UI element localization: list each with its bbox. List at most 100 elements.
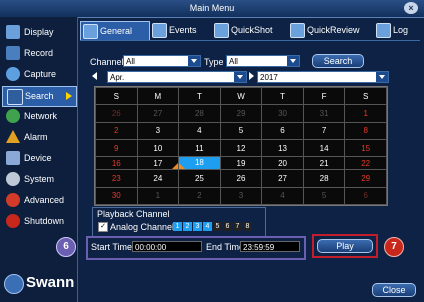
- sidebar-item-network[interactable]: Network: [2, 107, 75, 126]
- calendar-day[interactable]: 24: [136, 169, 180, 188]
- sidebar-item-label: Shutdown: [24, 216, 65, 226]
- calendar-day[interactable]: 25: [178, 169, 221, 188]
- calendar-day[interactable]: 31: [302, 104, 346, 123]
- advanced-icon: [6, 193, 20, 207]
- tab-log[interactable]: Log: [374, 21, 418, 39]
- tab-general[interactable]: General: [80, 21, 150, 41]
- calendar-day[interactable]: 30: [95, 186, 138, 206]
- month-select[interactable]: Apr.: [107, 71, 247, 83]
- active-arrow-icon: [66, 92, 72, 100]
- search-button[interactable]: Search: [312, 54, 364, 68]
- channel-toggle[interactable]: 6: [223, 222, 232, 231]
- tab-events[interactable]: Events: [150, 21, 208, 39]
- start-time-input[interactable]: 00:00:00: [132, 241, 202, 252]
- sidebar-item-label: Search: [25, 91, 54, 101]
- prev-month-icon[interactable]: [92, 72, 97, 80]
- sidebar: Display Record Capture Search Network Al…: [0, 17, 78, 302]
- analog-channels-checkbox[interactable]: ✓: [98, 222, 108, 232]
- calendar-day[interactable]: 3: [136, 121, 180, 140]
- calendar-week: 9 10 11 12 13 14 15: [95, 138, 387, 158]
- calendar-day[interactable]: 6: [344, 186, 387, 206]
- calendar-day[interactable]: 7: [302, 121, 346, 140]
- close-icon[interactable]: ×: [404, 2, 418, 14]
- calendar-day[interactable]: 8: [344, 121, 387, 140]
- calendar-day[interactable]: 14: [302, 138, 346, 158]
- calendar-day[interactable]: 13: [261, 138, 304, 158]
- sidebar-item-system[interactable]: System: [2, 170, 75, 189]
- device-icon: [6, 151, 20, 165]
- type-label: Type: [204, 57, 224, 67]
- calendar-day[interactable]: 15: [344, 138, 387, 158]
- alarm-icon: [6, 130, 20, 143]
- calendar-day[interactable]: 20: [261, 156, 304, 171]
- calendar-day[interactable]: 29: [344, 169, 387, 188]
- calendar-day[interactable]: 3: [219, 186, 263, 206]
- calendar-day[interactable]: 10: [136, 138, 180, 158]
- tab-quickreview[interactable]: QuickReview: [288, 21, 372, 39]
- calendar-day[interactable]: 26: [95, 104, 138, 123]
- sidebar-item-capture[interactable]: Capture: [2, 65, 75, 84]
- calendar-day[interactable]: 26: [219, 169, 263, 188]
- sidebar-item-record[interactable]: Record: [2, 44, 75, 63]
- calendar-day[interactable]: 29: [219, 104, 263, 123]
- type-select-value: All: [229, 57, 238, 66]
- channel-toggle[interactable]: 7: [233, 222, 242, 231]
- next-month-icon[interactable]: [249, 72, 254, 80]
- channel-toggle[interactable]: 1: [173, 222, 182, 231]
- calendar-day[interactable]: 22: [344, 156, 387, 171]
- calendar-day[interactable]: 12: [219, 138, 263, 158]
- calendar-day[interactable]: 27: [136, 104, 180, 123]
- channel-toggle[interactable]: 4: [203, 222, 212, 231]
- calendar-day[interactable]: 2: [178, 186, 221, 206]
- weekday-header: S: [95, 86, 138, 106]
- calendar-day[interactable]: 11: [178, 138, 221, 158]
- channel-toggle[interactable]: 5: [213, 222, 222, 231]
- channel-select[interactable]: All: [123, 55, 201, 67]
- calendar-week: 16 17 18 19 20 21 22: [95, 156, 387, 171]
- year-spinner[interactable]: 2017: [257, 71, 389, 83]
- calendar-day[interactable]: 1: [344, 104, 387, 123]
- spinner-icon: [376, 72, 388, 82]
- calendar-day[interactable]: 9: [95, 138, 138, 158]
- channel-toggle[interactable]: 8: [243, 222, 252, 231]
- sidebar-item-search[interactable]: Search: [2, 86, 77, 107]
- calendar-day[interactable]: 4: [261, 186, 304, 206]
- calendar-day[interactable]: 4: [178, 121, 221, 140]
- calendar-day[interactable]: 6: [261, 121, 304, 140]
- calendar-day[interactable]: 30: [261, 104, 304, 123]
- calendar-day[interactable]: 28: [302, 169, 346, 188]
- sidebar-item-alarm[interactable]: Alarm: [2, 128, 75, 147]
- sidebar-item-advanced[interactable]: Advanced: [2, 191, 75, 210]
- play-button[interactable]: Play: [317, 239, 373, 253]
- calendar-day[interactable]: 21: [302, 156, 346, 171]
- tab-bar: General Events QuickShot QuickReview Log: [80, 21, 420, 41]
- brand-logo-icon: [4, 274, 24, 294]
- calendar-day[interactable]: 19: [219, 156, 263, 171]
- end-time-input[interactable]: 23:59:59: [240, 241, 300, 252]
- calendar-day[interactable]: 23: [95, 169, 138, 188]
- calendar-day[interactable]: 1: [136, 186, 180, 206]
- quickreview-tab-icon: [290, 23, 305, 38]
- sidebar-item-display[interactable]: Display: [2, 23, 75, 42]
- sidebar-item-device[interactable]: Device: [2, 149, 75, 168]
- weekday-header: W: [219, 86, 263, 106]
- tab-label: QuickShot: [231, 25, 273, 35]
- channel-select-value: All: [126, 57, 135, 66]
- calendar-day[interactable]: 2: [95, 121, 138, 140]
- channel-toggle[interactable]: 3: [193, 222, 202, 231]
- calendar-day[interactable]: 16: [95, 156, 138, 171]
- calendar-day-selected[interactable]: 18: [178, 156, 221, 171]
- calendar-day[interactable]: 28: [178, 104, 221, 123]
- calendar-week: 30 1 2 3 4 5 6: [95, 186, 387, 206]
- calendar-day[interactable]: 17: [136, 156, 180, 171]
- calendar-day[interactable]: 5: [302, 186, 346, 206]
- calendar-day[interactable]: 5: [219, 121, 263, 140]
- close-button[interactable]: Close: [372, 283, 416, 297]
- calendar-day[interactable]: 27: [261, 169, 304, 188]
- channel-label: Channel: [90, 57, 124, 67]
- sidebar-item-shutdown[interactable]: Shutdown: [2, 212, 75, 231]
- type-select[interactable]: All: [226, 55, 300, 67]
- sidebar-item-label: Device: [24, 153, 52, 163]
- channel-toggle[interactable]: 2: [183, 222, 192, 231]
- tab-quickshot[interactable]: QuickShot: [212, 21, 284, 39]
